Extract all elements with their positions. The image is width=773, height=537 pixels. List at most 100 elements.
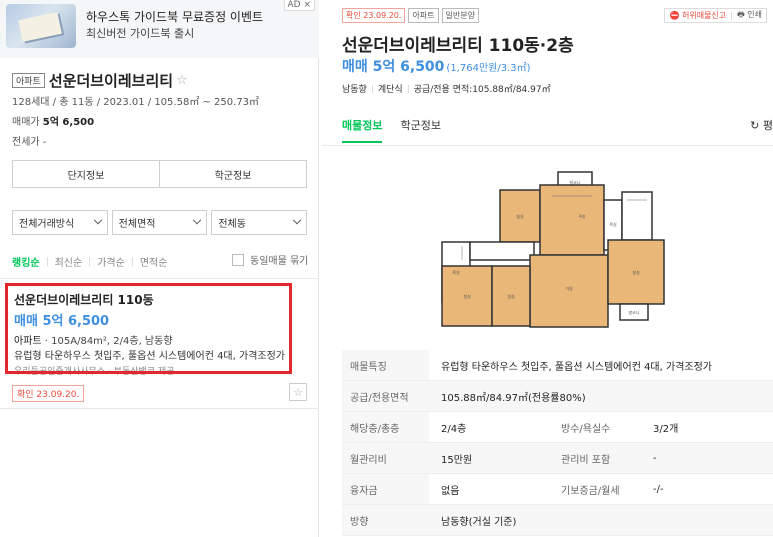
filter-row: 전체거래방식 전체면적 전체동 (12, 210, 308, 235)
print-button[interactable]: 🖶 인쇄 (737, 9, 762, 23)
sort-options: 랭킹순 최신순 가격순 면적순 (12, 254, 167, 269)
listing-favorite-star-icon[interactable]: ☆ (289, 383, 307, 401)
print-label: 인쇄 (747, 9, 762, 19)
row-key: 융자금 (342, 474, 429, 504)
lease-price-label: 전세가 (12, 137, 40, 148)
plan-living-room (529, 254, 609, 328)
complex-info-button[interactable]: 단지정보 (13, 161, 159, 187)
complex-name: 선운더브이레브리티 (48, 72, 174, 90)
sale-type-tag: 일반분양 (441, 8, 479, 23)
plan-storage (621, 191, 653, 241)
plan-label-bedroom-left: 침실 (463, 293, 471, 299)
row-value2: -/- (653, 483, 664, 495)
row-value2: 3/2개 (653, 423, 679, 435)
listing-agent: 우리들공인중개사사무소 · 부동산뱅크 제공 (14, 367, 175, 377)
row-value2: - (653, 452, 657, 464)
listing-item[interactable]: 선운더브이레브리티 110동 매매 5억 6,500 아파트 · 105A/84… (0, 279, 319, 409)
listing-confirm-badge: 확인 23.09.20. (12, 385, 85, 402)
ad-banner[interactable]: 하우스톡 가이드북 무료증정 이벤트 최신버전 가이드북 출시 AD × (0, 0, 319, 58)
listing-title: 선운더브이레브리티 110동 (14, 293, 154, 307)
plan-kitchen (539, 184, 605, 256)
row-value: 유럽형 타운하우스 첫입주, 풀옵션 시스템에어컨 4대, 가격조정가 (441, 361, 712, 373)
page: 하우스톡 가이드북 무료증정 이벤트 최신버전 가이드북 출시 AD × 아파트… (0, 0, 773, 537)
detail-price-unit: (1,764만원/3.3㎡) (446, 63, 531, 74)
area-label: 전체면적 (118, 219, 156, 230)
row-value: 105.88㎡/84.97㎡(전용률80%) (441, 392, 586, 404)
sort-ranking[interactable]: 랭킹순 (12, 254, 40, 269)
sale-price-label: 매매가 (12, 117, 40, 128)
group-duplicates-label: 동일매물 묶기 (250, 256, 309, 267)
plan-label-bedroom-mid: 침실 (507, 293, 515, 299)
chevron-down-icon (93, 215, 102, 224)
table-row: 월관리비 15만원 관리비 포함 - (342, 443, 773, 474)
detail-tabs: 매물정보 학군정보 (342, 117, 459, 143)
complex-info: 128세대 / 총 11동 / 2023.01 / 105.58㎡ ~ 250.… (12, 97, 260, 108)
detail-table: 매물특징 유럽형 타운하우스 첫입주, 풀옵션 시스템에어컨 4대, 가격조정가… (342, 350, 773, 536)
tab-school-info[interactable]: 학군정보 (400, 117, 440, 143)
area-select[interactable]: 전체면적 (111, 210, 208, 235)
sort-latest[interactable]: 최신순 (55, 254, 83, 269)
complex-button-row: 단지정보 학군정보 (12, 160, 307, 188)
plan-label-bedroom-right: 침실 (632, 269, 640, 275)
detail-panel: 확인 23.09.20. 아파트 일반분양 ⛔ 허위매물신고 🖶 인쇄 선운더브… (322, 0, 773, 537)
listing-type: 아파트 (14, 336, 42, 347)
row-key: 해당층/총층 (342, 412, 429, 442)
row-key: 매물특징 (342, 350, 429, 380)
row-key2: 기보증금/월세 (561, 485, 620, 497)
row-key2: 관리비 포함 (561, 454, 611, 466)
complex-header: 아파트 선운더브이레브리티 ☆ (12, 70, 188, 91)
table-row: 공급/전용면적 105.88㎡/84.97㎡(전용률80%) (342, 381, 773, 412)
floor-plan-image[interactable]: 발코니 침실 주방 거실 침실 침실 침실 욕실 욕실 발코니 (432, 160, 672, 340)
type-tag: 아파트 (408, 8, 439, 23)
lease-price-row: 전세가 - (12, 133, 46, 148)
ad-close-badge[interactable]: AD × (283, 0, 315, 11)
table-row: 융자금 없음 기보증금/월세 -/- (342, 474, 773, 505)
meta-direction: 남동향 (342, 85, 367, 95)
group-duplicates-toggle[interactable]: 동일매물 묶기 (232, 252, 308, 267)
meta-area: 공급/전용 면적:105.88㎡/84.97㎡ (413, 85, 551, 95)
confirm-tag: 확인 23.09.20. (342, 8, 406, 23)
meta-structure: 계단식 (377, 85, 403, 95)
complex-type-tag: 아파트 (12, 73, 45, 88)
plan-label-balcony-bottom: 발코니 (628, 309, 639, 315)
trade-type-select[interactable]: 전체거래방식 (12, 210, 108, 235)
row-value: 15만원 (441, 454, 473, 466)
left-panel: 하우스톡 가이드북 무료증정 이벤트 최신버전 가이드북 출시 AD × 아파트… (0, 0, 319, 537)
sort-price[interactable]: 가격순 (97, 254, 125, 269)
detail-price: 매매 5억 6,500 (1,764만원/3.3㎡) (342, 56, 531, 76)
sort-area[interactable]: 면적순 (140, 254, 168, 269)
ad-title: 하우스톡 가이드북 무료증정 이벤트 (86, 10, 264, 24)
school-info-button[interactable]: 학군정보 (159, 161, 306, 187)
listing-spec-text: 105A/84m², 2/4층, 남동향 (51, 336, 173, 347)
report-label: 허위매물신고 (681, 11, 727, 20)
tab-listing-info[interactable]: 매물정보 (342, 117, 383, 143)
row-value: 없음 (441, 485, 460, 497)
group-duplicates-checkbox[interactable] (232, 253, 244, 266)
plan-label-balcony-top: 발코니 (569, 179, 580, 185)
ad-thumbnail (6, 4, 76, 48)
plan-corridor (469, 241, 535, 261)
listing-spec: 아파트 · 105A/84m², 2/4층, 남동향 (14, 336, 173, 347)
table-row: 매물특징 유럽형 타운하우스 첫입주, 풀옵션 시스템에어컨 4대, 가격조정가 (342, 350, 773, 381)
report-button[interactable]: ⛔ 허위매물신고 (669, 10, 726, 21)
lease-price-value: - (42, 137, 47, 148)
chevron-down-icon (292, 215, 302, 224)
row-value: 남동향(거실 기준) (441, 516, 517, 528)
building-label: 전체동 (218, 219, 246, 230)
favorite-star-icon[interactable]: ☆ (176, 73, 188, 88)
listing-price: 매매 5억 6,500 (14, 314, 110, 329)
plan-label-living: 거실 (565, 285, 573, 291)
building-select[interactable]: 전체동 (211, 210, 308, 235)
pyeong-toggle[interactable]: ↻ 평 (750, 117, 773, 133)
table-row: 방향 남동향(거실 기준) (342, 505, 773, 536)
row-key: 방향 (342, 505, 429, 535)
listing-description: 유럽형 타운하우스 첫입주, 풀옵션 시스템에어컨 4대, 가격조정가 (14, 351, 285, 362)
ad-subtitle: 최신버전 가이드북 출시 (86, 27, 195, 40)
plan-label-bedroom-top: 침실 (516, 213, 524, 219)
plan-label-bath-left: 욕실 (452, 269, 460, 275)
chevron-down-icon (193, 215, 202, 224)
row-key2: 방수/욕실수 (561, 423, 611, 435)
detail-meta: 남동향 계단식 공급/전용 면적:105.88㎡/84.97㎡ (342, 82, 551, 95)
sale-price-value: 5억 6,500 (42, 117, 95, 128)
table-row: 해당층/총층 2/4층 방수/욕실수 3/2개 (342, 412, 773, 443)
